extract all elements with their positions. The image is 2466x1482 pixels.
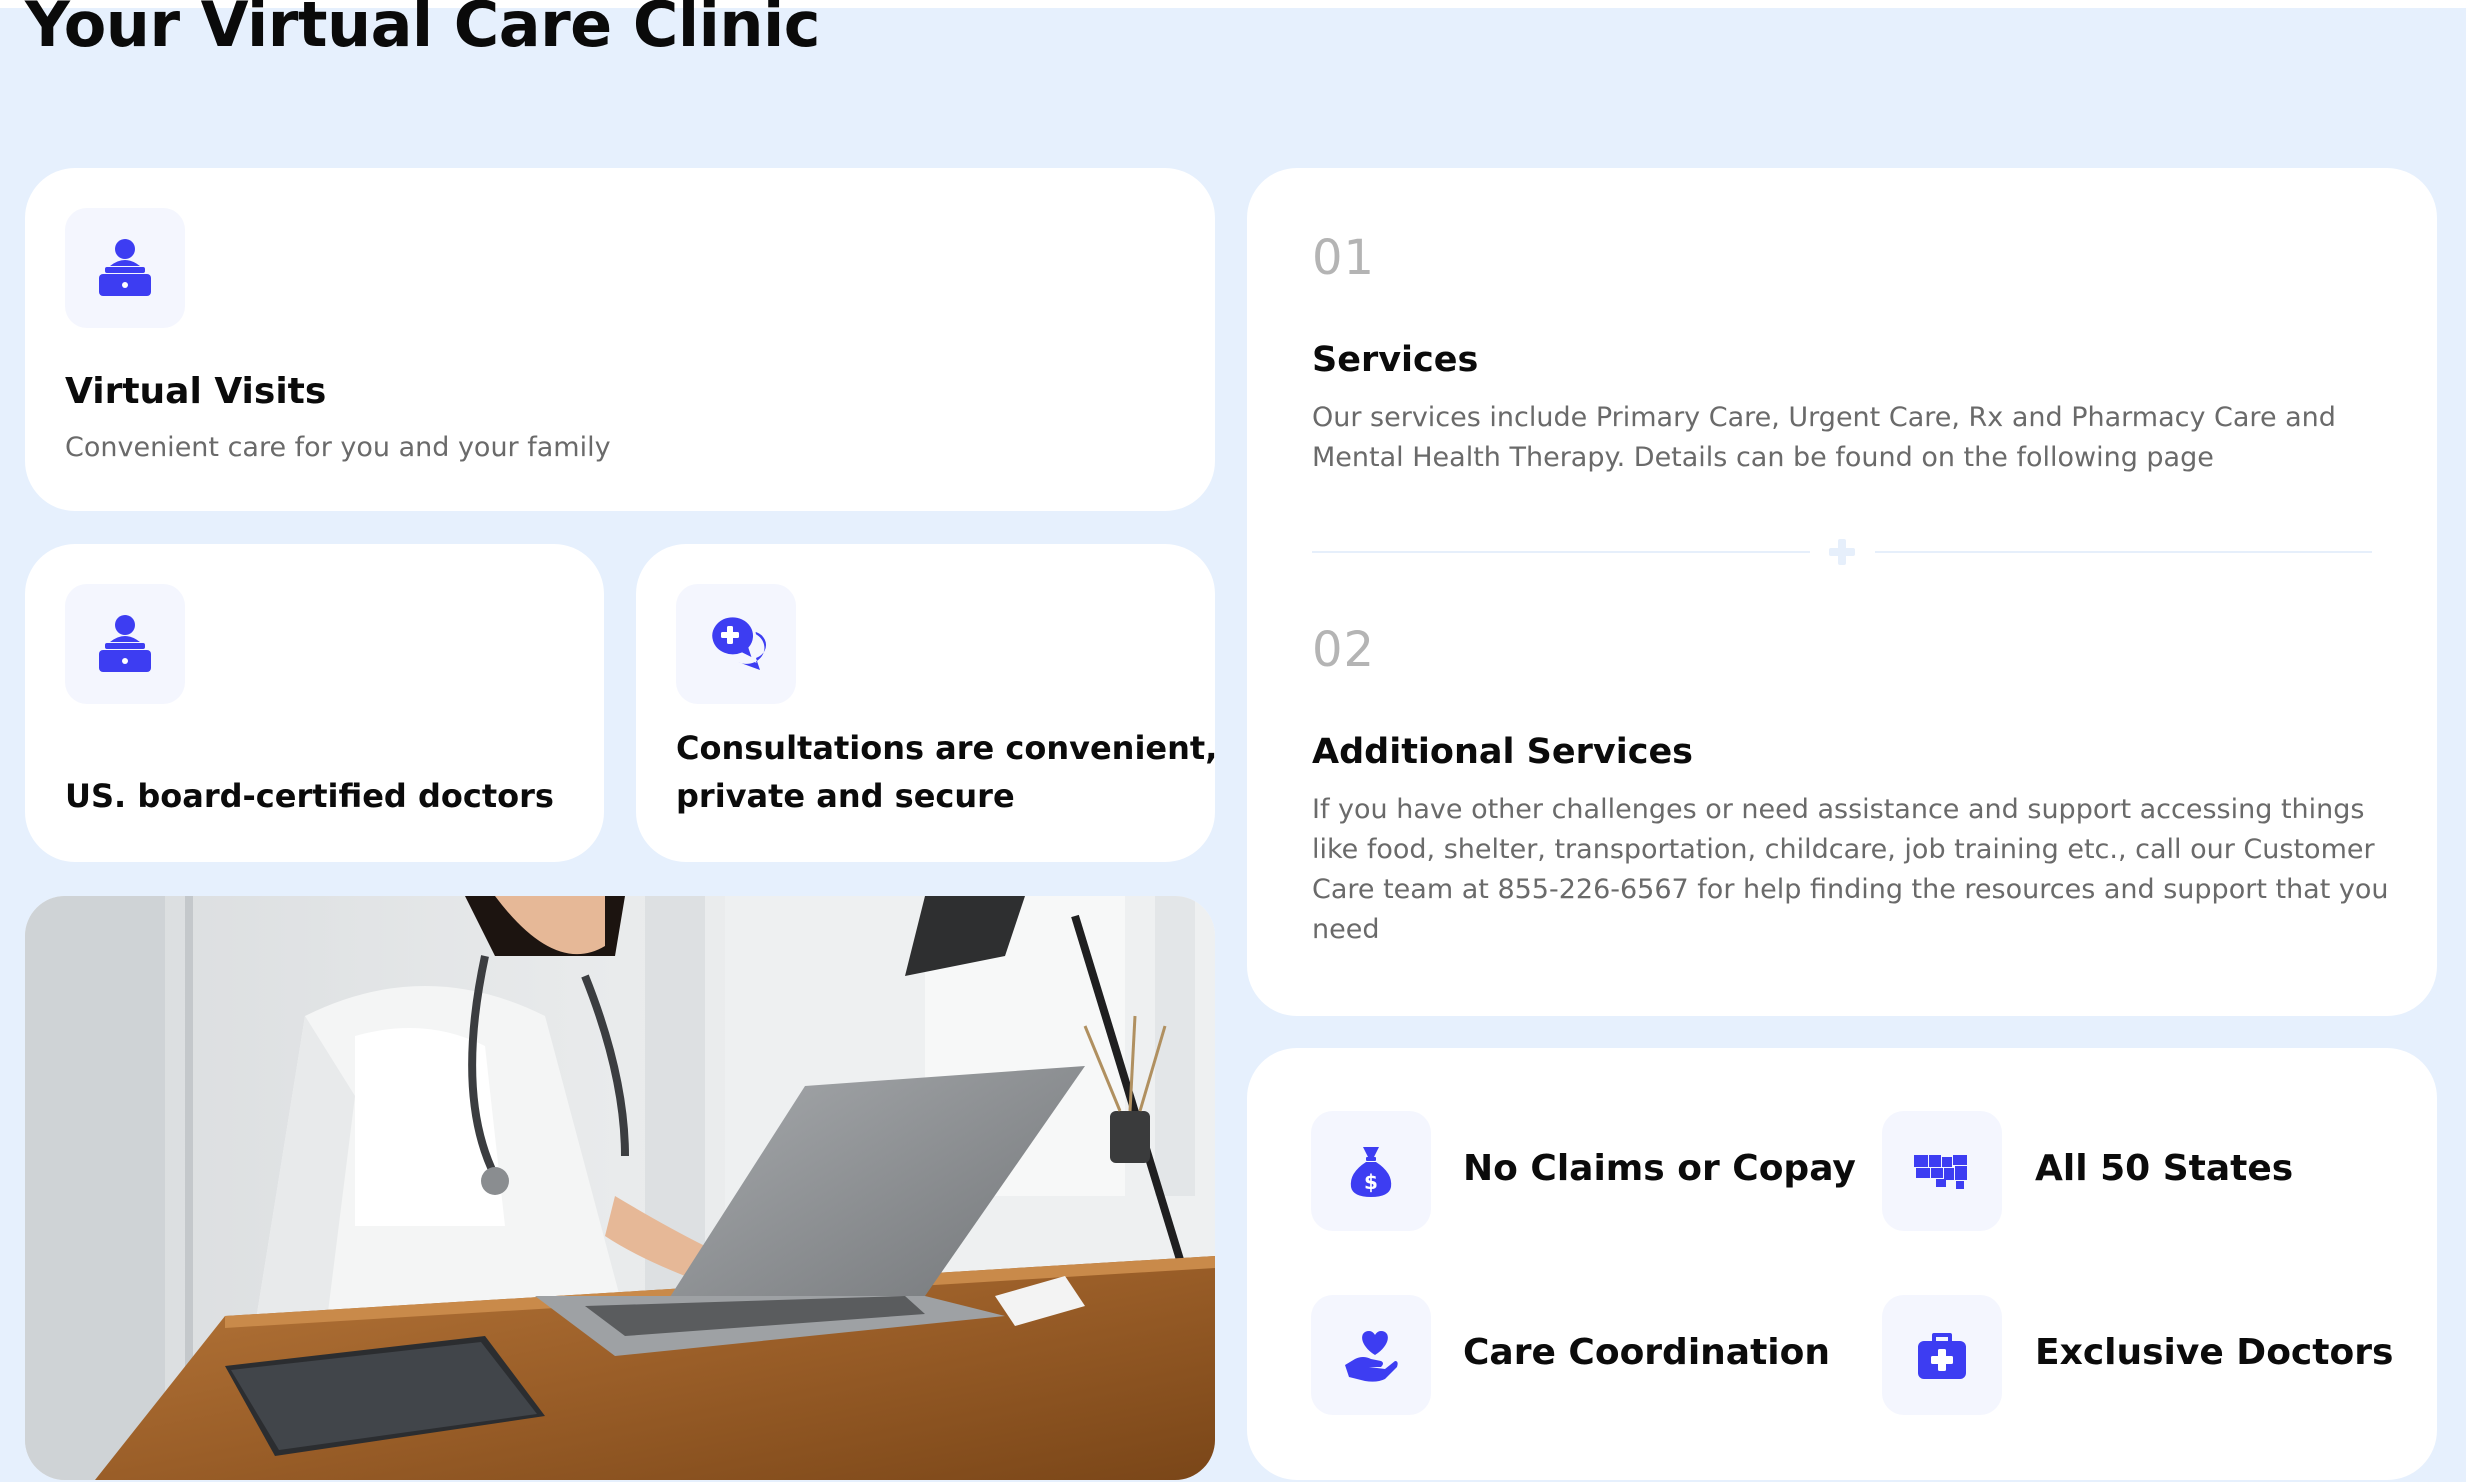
no-claims-icon-box: $ xyxy=(1311,1111,1431,1231)
money-bag-icon: $ xyxy=(1350,1147,1392,1197)
doctor-photo xyxy=(25,896,1215,1480)
consultations-icon-box xyxy=(676,584,796,704)
services-card: 01 Services Our services include Primary… xyxy=(1247,168,2437,1016)
services-description-line1: Our services include Primary Care, Urgen… xyxy=(1312,402,2336,433)
additional-services-title: Additional Services xyxy=(1312,732,1694,772)
medical-chat-icon xyxy=(709,614,767,670)
additional-services-line2: like food, shelter, transportation, chil… xyxy=(1312,834,2375,865)
services-title: Services xyxy=(1312,340,1479,380)
features-card: $ No Claims or Copay All 50 States Care … xyxy=(1247,1048,2437,1480)
additional-services-line4: need xyxy=(1312,914,1380,945)
plus-icon xyxy=(1829,539,1855,565)
no-claims-label: No Claims or Copay xyxy=(1463,1148,1856,1189)
additional-services-line1: If you have other challenges or need ass… xyxy=(1312,794,2365,825)
doctors-title: US. board-certified doctors xyxy=(65,777,554,815)
additional-services-line3: Care team at 855-226-6567 for help findi… xyxy=(1312,874,2389,905)
service-number-01: 01 xyxy=(1312,230,1376,286)
svg-text:$: $ xyxy=(1364,1170,1378,1194)
medical-kit-icon xyxy=(1918,1333,1966,1379)
consultations-title-line1: Consultations are convenient, xyxy=(676,729,1215,767)
virtual-visits-title: Virtual Visits xyxy=(65,371,327,412)
consultations-title-line2: private and secure xyxy=(676,777,1015,815)
virtual-visits-icon-box xyxy=(65,208,185,328)
exclusive-doctors-icon-box xyxy=(1882,1295,2002,1415)
doctors-icon-box xyxy=(65,584,185,704)
doctors-card: US. board-certified doctors xyxy=(25,544,604,862)
doctor-laptop-icon xyxy=(99,615,151,672)
services-description-line2: Mental Health Therapy. Details can be fo… xyxy=(1312,442,2214,473)
all-states-icon-box xyxy=(1882,1111,2002,1231)
consultations-card: Consultations are convenient, private an… xyxy=(636,544,1215,862)
doctor-laptop-icon xyxy=(99,239,151,296)
divider-right xyxy=(1875,551,2372,553)
heart-hand-icon xyxy=(1345,1331,1398,1382)
virtual-visits-card: Virtual Visits Convenient care for you a… xyxy=(25,168,1215,511)
page-title: Your Virtual Care Clinic xyxy=(25,0,820,61)
care-coordination-label: Care Coordination xyxy=(1463,1332,1830,1373)
doctor-photo-image xyxy=(25,896,1215,1480)
divider-left xyxy=(1312,551,1810,553)
service-number-02: 02 xyxy=(1312,622,1376,678)
exclusive-doctors-label: Exclusive Doctors xyxy=(2035,1332,2394,1373)
all-states-label: All 50 States xyxy=(2035,1148,2294,1189)
virtual-visits-description: Convenient care for you and your family xyxy=(65,432,611,463)
care-coordination-icon-box xyxy=(1311,1295,1431,1415)
us-map-icon xyxy=(1914,1155,1967,1189)
